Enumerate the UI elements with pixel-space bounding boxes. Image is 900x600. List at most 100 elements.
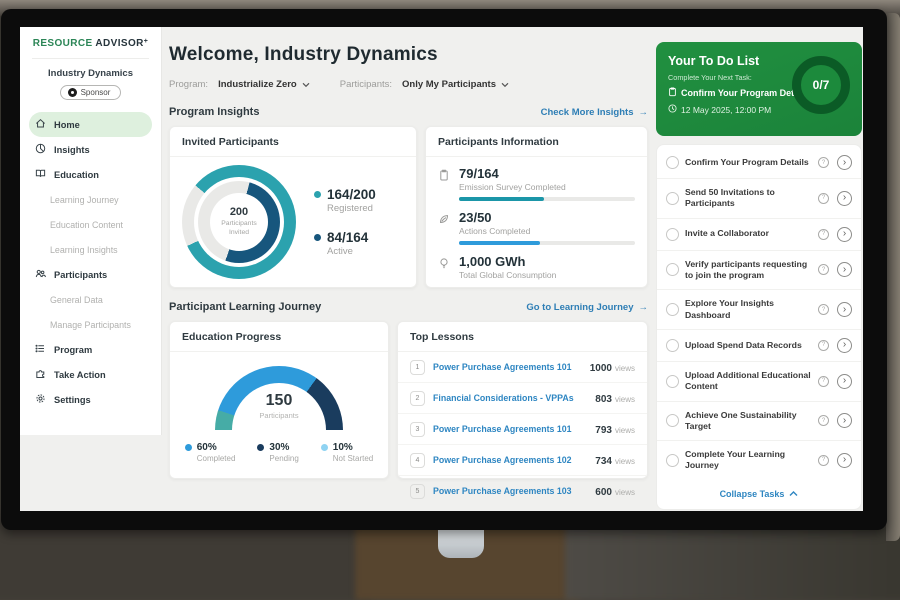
todo-column: Your To Do List Complete Your Next Task:… bbox=[656, 27, 862, 511]
task-row[interactable]: Verify participants requesting to join t… bbox=[657, 250, 861, 290]
lesson-link[interactable]: Power Purchase Agreements 103 bbox=[433, 486, 587, 496]
task-open-button[interactable]: › bbox=[837, 453, 852, 468]
task-row[interactable]: Invite a Collaborator ? › bbox=[657, 218, 861, 250]
sidebar-item-manage-participants[interactable]: Manage Participants bbox=[29, 312, 152, 337]
participants-filter-value: Only My Participants bbox=[402, 79, 496, 90]
actions-progress-track bbox=[459, 241, 635, 245]
task-checkbox[interactable] bbox=[666, 375, 679, 388]
task-checkbox[interactable] bbox=[666, 192, 679, 205]
invited-center-label: Participants Invited bbox=[215, 220, 263, 238]
task-checkbox[interactable] bbox=[666, 414, 679, 427]
survey-progress-track bbox=[459, 197, 635, 201]
task-open-button[interactable]: › bbox=[837, 374, 852, 389]
arrow-right-icon: → bbox=[639, 302, 649, 313]
gauge-center-label: Participants bbox=[215, 411, 343, 420]
legend-item-active: 84/164 Active bbox=[314, 230, 376, 257]
invited-donut-chart: 200 Participants Invited 164/200 Registe… bbox=[170, 157, 416, 287]
lesson-rank: 2 bbox=[410, 391, 425, 406]
task-open-button[interactable]: › bbox=[837, 155, 852, 170]
sidebar-item-education[interactable]: Education bbox=[29, 162, 152, 187]
task-open-button[interactable]: › bbox=[837, 302, 852, 317]
lesson-rank: 1 bbox=[410, 360, 425, 375]
todo-task-list: Confirm Your Program Details ? › Send 50… bbox=[656, 144, 862, 510]
stat-emission-survey: 79/164 Emission Survey Completed bbox=[426, 157, 647, 201]
registered-dot bbox=[314, 191, 321, 198]
lesson-row: 1 Power Purchase Agreements 101 1000view… bbox=[398, 352, 647, 382]
stat-consumption: 1,000 GWh Total Global Consumption bbox=[426, 245, 647, 280]
legend-item-not-started: 10% Not Started bbox=[321, 442, 373, 463]
invited-participants-card: Invited Participants 200 Participants In… bbox=[169, 126, 417, 288]
task-open-button[interactable]: › bbox=[837, 227, 852, 242]
task-checkbox[interactable] bbox=[666, 228, 679, 241]
task-open-button[interactable]: › bbox=[837, 262, 852, 277]
help-icon: ? bbox=[818, 304, 829, 315]
sidebar-item-learning-insights[interactable]: Learning Insights bbox=[29, 237, 152, 262]
task-row[interactable]: Complete Your Learning Journey ? › bbox=[657, 440, 861, 480]
help-icon: ? bbox=[818, 229, 829, 240]
app-logo: RESOURCE ADVISOR+ bbox=[20, 27, 161, 49]
lesson-link[interactable]: Power Purchase Agreements 102 bbox=[433, 455, 587, 465]
task-open-button[interactable]: › bbox=[837, 338, 852, 353]
arrow-right-icon: → bbox=[639, 107, 649, 118]
sidebar-item-settings[interactable]: Settings bbox=[29, 387, 152, 412]
sidebar-item-program[interactable]: Program bbox=[29, 337, 152, 362]
top-lessons-title: Top Lessons bbox=[398, 322, 647, 352]
stat-bar-fill bbox=[459, 197, 544, 201]
task-row[interactable]: Upload Spend Data Records ? › bbox=[657, 329, 861, 361]
task-open-button[interactable]: › bbox=[837, 413, 852, 428]
participants-information-card: Participants Information 79/164 Emission… bbox=[425, 126, 648, 288]
journey-cards-row: Education Progress 150 Participants 60% bbox=[169, 321, 648, 479]
collapse-tasks-link[interactable]: Collapse Tasks bbox=[657, 480, 861, 509]
lesson-link[interactable]: Financial Considerations - VPPAs bbox=[433, 393, 587, 403]
task-row[interactable]: Achieve One Sustainability Target ? › bbox=[657, 401, 861, 441]
todo-progress-ring: 0/7 bbox=[792, 56, 850, 114]
sidebar-item-take-action[interactable]: Take Action bbox=[29, 362, 152, 387]
sponsor-badge[interactable]: Sponsor bbox=[60, 85, 122, 100]
task-checkbox[interactable] bbox=[666, 454, 679, 467]
task-checkbox[interactable] bbox=[666, 263, 679, 276]
chevron-down-icon bbox=[302, 75, 310, 93]
education-gauge-chart: 150 Participants bbox=[215, 366, 343, 430]
invited-participants-title: Invited Participants bbox=[170, 127, 416, 157]
check-more-insights-link[interactable]: Check More Insights → bbox=[541, 107, 648, 118]
participants-information-title: Participants Information bbox=[426, 127, 647, 157]
lesson-row: 3 Power Purchase Agreements 101 793views bbox=[398, 413, 647, 444]
todo-progress-value: 0/7 bbox=[813, 78, 830, 92]
go-to-learning-journey-link[interactable]: Go to Learning Journey → bbox=[526, 302, 648, 313]
sidebar-item-participants[interactable]: Participants bbox=[29, 262, 152, 287]
task-row[interactable]: Send 50 Invitations to Participants ? › bbox=[657, 178, 861, 218]
clipboard-icon bbox=[668, 87, 677, 99]
sidebar-item-insights[interactable]: Insights bbox=[29, 137, 152, 162]
ed-legend-dot bbox=[257, 444, 264, 451]
sidebar-item-general-data[interactable]: General Data bbox=[29, 287, 152, 312]
task-checkbox[interactable] bbox=[666, 339, 679, 352]
sidebar-item-education-content[interactable]: Education Content bbox=[29, 212, 152, 237]
gauge-center-value: 150 bbox=[215, 392, 343, 410]
task-open-button[interactable]: › bbox=[837, 191, 852, 206]
help-icon: ? bbox=[818, 193, 829, 204]
help-icon: ? bbox=[818, 157, 829, 168]
participants-filter[interactable]: Participants: Only My Participants bbox=[340, 75, 509, 93]
sidebar-item-home[interactable]: Home bbox=[29, 112, 152, 137]
lesson-row: 2 Financial Considerations - VPPAs 803vi… bbox=[398, 382, 647, 413]
task-checkbox[interactable] bbox=[666, 156, 679, 169]
top-lessons-card: Top Lessons 1 Power Purchase Agreements … bbox=[397, 321, 648, 479]
sidebar-item-learning-journey[interactable]: Learning Journey bbox=[29, 187, 152, 212]
home-icon bbox=[35, 118, 46, 131]
task-row[interactable]: Confirm Your Program Details ? › bbox=[657, 147, 861, 178]
lesson-link[interactable]: Power Purchase Agreements 101 bbox=[433, 362, 582, 372]
program-filter[interactable]: Program: Industrialize Zero bbox=[169, 75, 310, 93]
survey-icon bbox=[438, 166, 450, 201]
monitor-bezel: RESOURCE ADVISOR+ Industry Dynamics Spon… bbox=[1, 9, 887, 530]
lesson-link[interactable]: Power Purchase Agreements 101 bbox=[433, 424, 587, 434]
participants-icon bbox=[35, 268, 46, 281]
clock-icon bbox=[668, 104, 677, 115]
help-icon: ? bbox=[818, 340, 829, 351]
participants-filter-label: Participants: bbox=[340, 79, 392, 90]
task-row[interactable]: Explore Your Insights Dashboard ? › bbox=[657, 289, 861, 329]
task-checkbox[interactable] bbox=[666, 303, 679, 316]
task-row[interactable]: Upload Additional Educational Content ? … bbox=[657, 361, 861, 401]
help-icon: ? bbox=[818, 376, 829, 387]
invited-legend: 164/200 Registered 84/164 Active bbox=[314, 187, 376, 257]
program-insights-header: Program Insights Check More Insights → bbox=[169, 106, 648, 118]
